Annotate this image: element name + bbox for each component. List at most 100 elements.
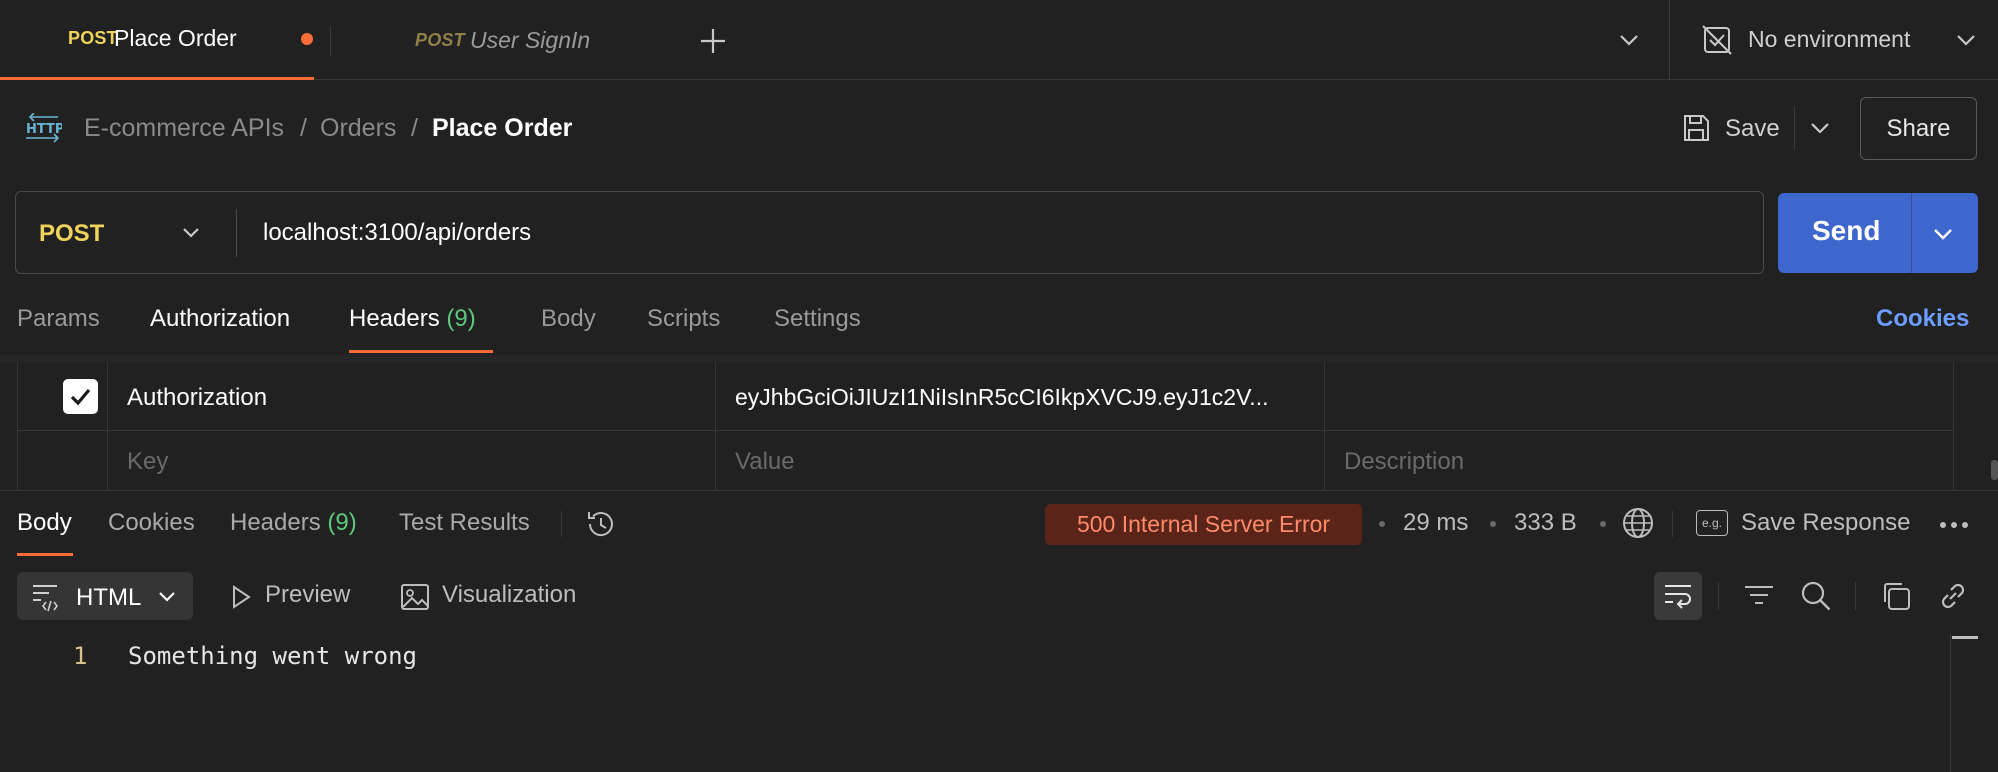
description-placeholder[interactable]: Description xyxy=(1344,448,1464,476)
svg-text:HTTP: HTTP xyxy=(26,122,62,137)
copy-icon[interactable] xyxy=(1880,580,1912,612)
unsaved-dot xyxy=(301,33,313,45)
method-divider xyxy=(236,209,237,257)
share-button[interactable]: Share xyxy=(1860,97,1977,160)
format-lines-icon xyxy=(33,585,58,612)
send-options-chevron-icon[interactable] xyxy=(1930,222,1956,246)
image-icon xyxy=(401,584,429,610)
tab-authorization[interactable]: Authorization xyxy=(150,305,290,333)
tab-body[interactable]: Body xyxy=(541,305,596,333)
send-divider xyxy=(1911,193,1912,273)
response-size[interactable]: 333 B xyxy=(1514,509,1577,537)
code-scroll-thumb[interactable] xyxy=(1952,636,1978,639)
pane-divider[interactable] xyxy=(0,490,1998,491)
method-label: POST xyxy=(39,220,105,247)
method-chevron-icon xyxy=(183,228,199,238)
save-label: Save xyxy=(1725,115,1780,142)
header-key[interactable]: Authorization xyxy=(127,384,267,412)
meta-dot xyxy=(1490,521,1496,527)
tab-method: POST xyxy=(415,29,465,50)
tab-divider xyxy=(330,26,331,56)
send-button[interactable]: Send xyxy=(1812,215,1880,247)
tab-settings[interactable]: Settings xyxy=(774,305,861,333)
tab-label: User SignIn xyxy=(470,26,591,53)
save-divider xyxy=(1794,106,1795,150)
filter-icon[interactable] xyxy=(1744,582,1774,610)
tab-headers-label: Headers xyxy=(349,305,440,332)
tab-label: Place Order xyxy=(114,25,237,51)
format-label: HTML xyxy=(76,584,142,611)
toolbar-divider xyxy=(1718,582,1719,610)
meta-dot xyxy=(1600,521,1606,527)
breadcrumb-collection[interactable]: E-commerce APIs xyxy=(84,114,284,143)
save-response-button[interactable]: Save Response xyxy=(1741,509,1910,537)
status-badge[interactable]: 500 Internal Server Error xyxy=(1045,504,1362,545)
breadcrumb-separator: / xyxy=(300,114,307,142)
history-icon[interactable] xyxy=(584,507,618,541)
globe-icon[interactable] xyxy=(1621,506,1655,540)
format-selector[interactable]: HTML xyxy=(17,572,193,620)
breadcrumb-separator: / xyxy=(411,114,418,142)
send-button-group: Send xyxy=(1778,193,1978,273)
url-input[interactable]: localhost:3100/api/orders xyxy=(263,219,531,247)
response-active-underline xyxy=(17,553,73,556)
breadcrumb-folder[interactable]: Orders xyxy=(320,114,396,143)
tab-params[interactable]: Params xyxy=(17,305,100,333)
method-selector[interactable]: POST xyxy=(17,193,235,272)
no-environment-icon xyxy=(1700,23,1734,57)
response-tab-body[interactable]: Body xyxy=(17,509,72,537)
table-row: Authorization eyJhbGciOiJIUzI1NiIsInR5cC… xyxy=(17,363,1954,430)
header-enabled-checkbox[interactable] xyxy=(63,379,98,414)
line-number: 1 xyxy=(73,642,88,670)
tab-user-signin[interactable]: POST User SignIn xyxy=(335,0,680,80)
search-icon[interactable] xyxy=(1800,580,1832,612)
tab-headers[interactable]: Headers (9) xyxy=(349,305,476,333)
history-divider xyxy=(561,511,562,537)
meta-dot xyxy=(1379,521,1385,527)
code-line[interactable]: Something went wrong xyxy=(128,642,417,670)
response-tab-test-results[interactable]: Test Results xyxy=(399,509,530,537)
cookies-link[interactable]: Cookies xyxy=(1876,305,1969,333)
tab-headers-count: (9) xyxy=(446,305,476,332)
table-shadow xyxy=(0,355,1998,363)
more-options-icon[interactable] xyxy=(1939,521,1969,529)
key-placeholder[interactable]: Key xyxy=(127,448,168,476)
link-icon[interactable] xyxy=(1937,580,1969,612)
response-headers-count: (9) xyxy=(327,509,357,536)
tab-place-order[interactable]: POST Place Order xyxy=(0,0,314,80)
visualization-label: Visualization xyxy=(442,581,577,608)
response-tab-cookies[interactable]: Cookies xyxy=(108,509,195,537)
header-value[interactable]: eyJhbGciOiJIUzI1NiIsInR5cCI6IkpXVCJ9.eyJ… xyxy=(735,384,1268,411)
new-tab-plus-icon[interactable] xyxy=(698,26,728,56)
environment-chevron-icon[interactable] xyxy=(1953,28,1979,52)
active-tab-underline xyxy=(349,350,493,353)
tabs-dropdown-chevron-icon[interactable] xyxy=(1616,28,1642,52)
value-placeholder[interactable]: Value xyxy=(735,448,795,476)
tab-method: POST xyxy=(68,28,118,48)
response-time[interactable]: 29 ms xyxy=(1403,509,1468,537)
visualization-button[interactable]: Visualization xyxy=(400,581,590,613)
table-scrollbar[interactable] xyxy=(1991,460,1998,480)
tab-scripts[interactable]: Scripts xyxy=(647,305,720,333)
save-icon xyxy=(1684,115,1709,141)
page-title: Place Order xyxy=(432,114,573,142)
environment-selector[interactable]: No environment xyxy=(1748,26,1910,53)
env-divider xyxy=(1669,0,1670,80)
table-row-empty: Key Value Description xyxy=(17,431,1954,489)
response-body-viewer[interactable]: 1 Something went wrong xyxy=(0,632,1998,772)
response-tab-headers[interactable]: Headers (9) xyxy=(230,509,357,537)
checkmark-icon xyxy=(70,388,91,406)
format-chevron-icon xyxy=(159,592,175,602)
http-request-icon: HTTP xyxy=(24,113,62,145)
meta-divider xyxy=(1672,511,1673,537)
save-options-chevron-icon[interactable] xyxy=(1807,116,1833,140)
play-icon xyxy=(233,585,251,609)
response-headers-label: Headers xyxy=(230,509,321,536)
code-scroll-track xyxy=(1950,634,1951,772)
wrap-lines-icon xyxy=(1665,585,1691,609)
preview-label: Preview xyxy=(265,581,351,608)
wrap-lines-button[interactable] xyxy=(1654,572,1702,620)
toolbar-divider xyxy=(1855,582,1856,610)
example-icon: e.g. xyxy=(1696,510,1728,536)
preview-button[interactable]: Preview xyxy=(228,581,368,613)
